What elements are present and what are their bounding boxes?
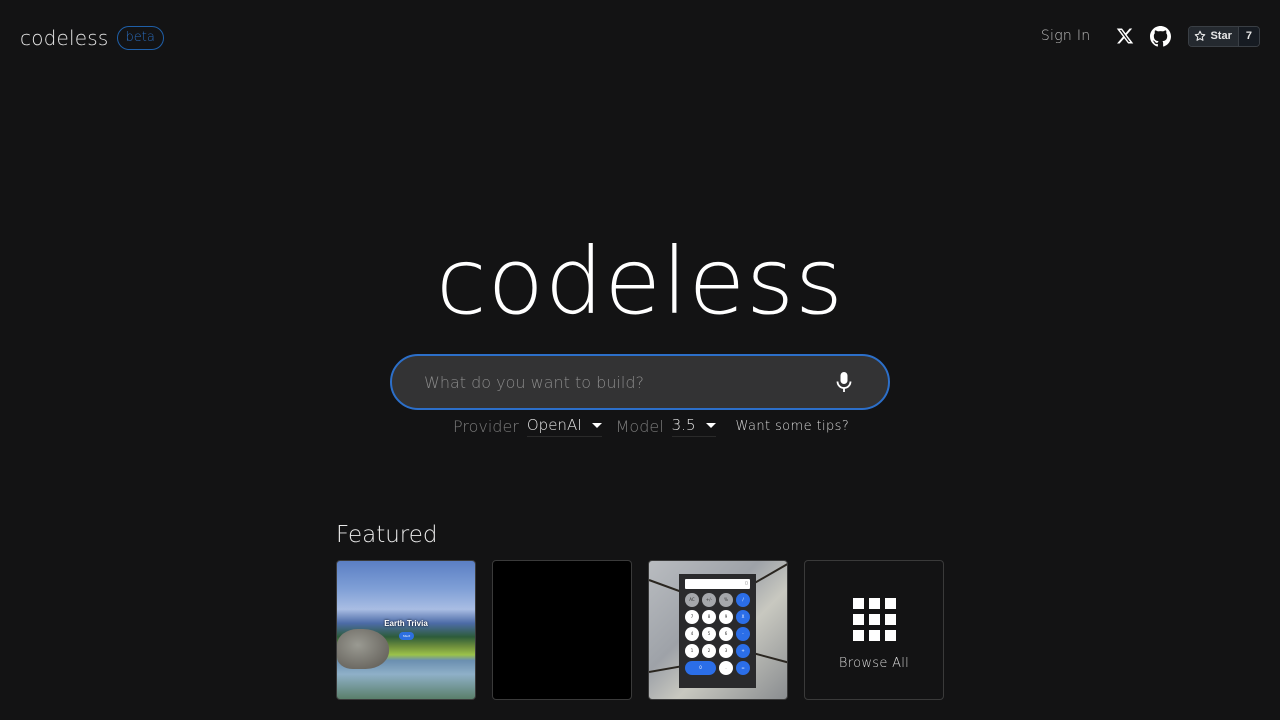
calc-key: 0: [685, 661, 716, 675]
earth-trivia-title: Earth Trivia: [384, 619, 428, 628]
featured-title: Featured: [336, 522, 438, 548]
brand-logo[interactable]: codeless: [20, 26, 109, 50]
github-star-button[interactable]: Star: [1189, 26, 1239, 46]
calc-key: %: [719, 593, 733, 607]
search-input[interactable]: [424, 372, 832, 392]
chevron-down-icon: [591, 422, 602, 428]
sign-in-link[interactable]: Sign In: [1041, 28, 1091, 44]
featured-card-earth-trivia[interactable]: Earth Trivia Start: [336, 560, 476, 700]
brand[interactable]: codeless beta: [20, 26, 164, 50]
chevron-down-icon: [705, 422, 716, 428]
calc-key: /: [736, 593, 750, 607]
microphone-icon[interactable]: [832, 370, 856, 394]
beta-badge: beta: [116, 26, 164, 50]
calculator-preview: 0 AC +/- % / 7 8 9 X 4 5 6 - 1 2 3 + 0 .: [679, 574, 756, 688]
grid-icon: [852, 597, 896, 641]
x-twitter-icon[interactable]: [1114, 25, 1136, 47]
hero-title: codeless: [436, 228, 844, 335]
featured-card-calculator[interactable]: 0 AC +/- % / 7 8 9 X 4 5 6 - 1 2 3 + 0 .: [648, 560, 788, 700]
calc-key: +/-: [702, 593, 716, 607]
calc-key: X: [736, 610, 750, 624]
calc-key: 4: [685, 627, 699, 641]
model-value: 3.5: [671, 416, 696, 434]
model-select[interactable]: 3.5: [671, 416, 716, 437]
star-icon: [1195, 30, 1206, 41]
search-bar[interactable]: [390, 354, 890, 410]
calc-key: AC: [685, 593, 699, 607]
options-row: Provider OpenAI Model 3.5 Want some tips…: [453, 416, 849, 437]
calc-key: 3: [719, 644, 733, 658]
calc-key: .: [719, 661, 733, 675]
provider-value: OpenAI: [526, 416, 582, 434]
model-label: Model: [615, 417, 664, 436]
provider-label: Provider: [453, 417, 519, 436]
github-star-label: Star: [1210, 30, 1232, 42]
featured-cards: Earth Trivia Start 0 AC +/- % / 7 8 9 X …: [336, 560, 944, 700]
earth-trivia-start-button: Start: [399, 632, 414, 640]
calc-key: =: [736, 661, 750, 675]
tips-link[interactable]: Want some tips?: [736, 419, 850, 434]
calc-key: 6: [719, 627, 733, 641]
calc-key: 8: [702, 610, 716, 624]
calc-key: 9: [719, 610, 733, 624]
calculator-keys: AC +/- % / 7 8 9 X 4 5 6 - 1 2 3 + 0 . =: [685, 593, 750, 675]
browse-all-label: Browse All: [838, 655, 910, 671]
github-icon[interactable]: [1149, 25, 1171, 47]
calc-key: 7: [685, 610, 699, 624]
calc-key: 2: [702, 644, 716, 658]
featured-card-black[interactable]: [492, 560, 632, 700]
header: codeless beta Sign In Star 7: [0, 0, 1280, 76]
calc-key: 1: [685, 644, 699, 658]
browse-all-button[interactable]: Browse All: [804, 560, 944, 700]
github-star-count[interactable]: 7: [1238, 26, 1259, 46]
github-star-widget[interactable]: Star 7: [1188, 25, 1260, 47]
calc-key: -: [736, 627, 750, 641]
rock-decoration: [337, 629, 389, 669]
calc-key: +: [736, 644, 750, 658]
provider-select[interactable]: OpenAI: [526, 416, 602, 437]
calculator-display: 0: [685, 579, 750, 589]
nav-right: Sign In Star 7: [1041, 25, 1260, 47]
calc-key: 5: [702, 627, 716, 641]
